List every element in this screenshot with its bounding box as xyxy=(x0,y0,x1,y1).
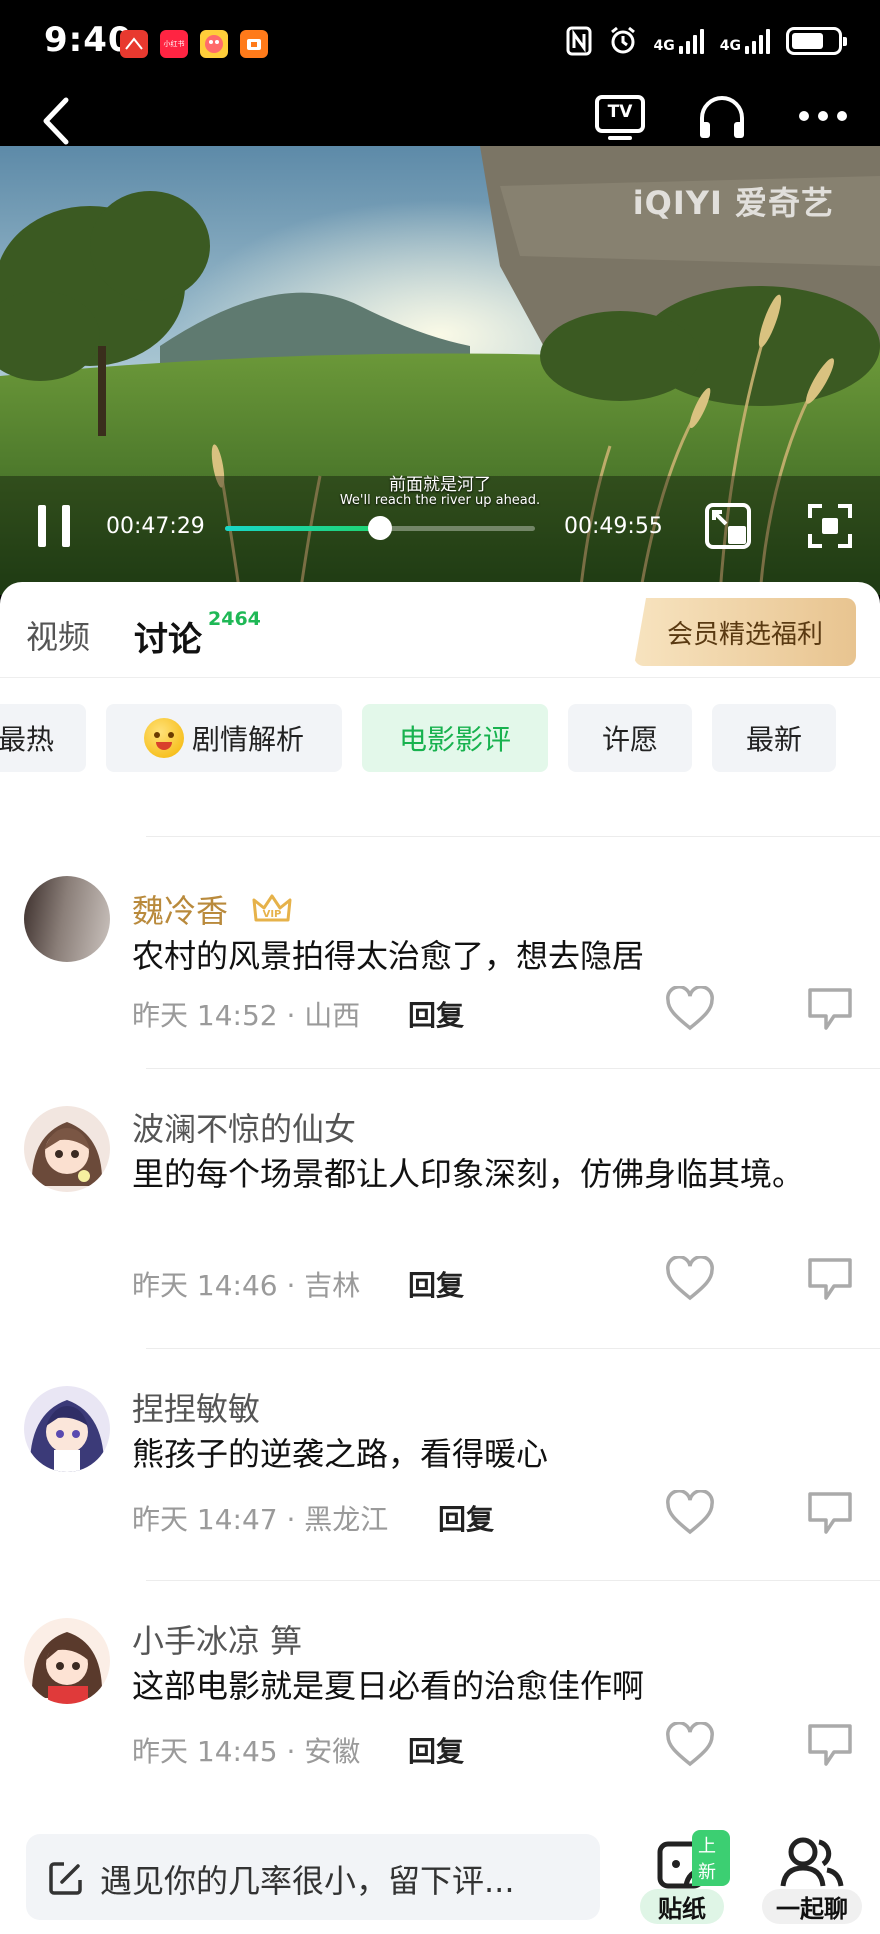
dislike-icon[interactable] xyxy=(806,1256,856,1302)
chip-plot-analysis[interactable]: 剧情解析 xyxy=(106,704,342,772)
dislike-icon[interactable] xyxy=(806,1722,856,1768)
chip-label: 电影影评 xyxy=(398,723,511,756)
edit-icon xyxy=(49,1862,82,1895)
network-label-1: 4G xyxy=(653,38,675,54)
huawei-app-icon xyxy=(120,30,148,58)
discussion-count-badge: 2464 xyxy=(208,608,261,630)
alarm-icon xyxy=(610,26,635,54)
reply-button[interactable]: 回复 xyxy=(408,1264,464,1304)
chip-label: 剧情解析 xyxy=(191,723,304,756)
discussion-sheet: 视频 讨论 2464 会员精选福利 最热 剧情解析 电影影评 许愿 最新 魏冷香… xyxy=(0,582,880,1934)
chip-label: 许愿 xyxy=(601,723,658,756)
progress-bar[interactable] xyxy=(225,516,535,540)
tv-cast-button[interactable]: TV xyxy=(594,94,646,142)
yum-face-icon xyxy=(143,718,184,758)
avatar[interactable] xyxy=(24,876,110,962)
xiaohongshu-label: 小红书 xyxy=(163,40,185,48)
comment-username[interactable]: 小手冰凉 箅 xyxy=(132,1616,302,1662)
fullscreen-icon[interactable] xyxy=(806,502,854,550)
comment-username[interactable]: 魏冷香 xyxy=(132,886,228,932)
girl-avatar-icon xyxy=(31,1122,103,1186)
chip-wish[interactable]: 许愿 xyxy=(568,704,692,772)
tab-discussion[interactable]: 讨论 xyxy=(134,612,202,661)
comment-input-bar: 遇见你的几率很小，留下评... 上新 贴纸 一起聊 xyxy=(0,1822,880,1934)
comment-time-location: 昨天 14:52 · 山西 xyxy=(132,999,361,1032)
comment-item: 波澜不惊的仙女 里的每个场景都让人印象深刻，仿佛身临其境。 昨天 14:46 ·… xyxy=(0,1068,880,1348)
comment-item: 魏冷香 VIP 农村的风景拍得太治愈了，想去隐居 昨天 14:52 · 山西 回… xyxy=(0,836,880,1068)
dislike-icon[interactable] xyxy=(806,1490,856,1536)
back-arrow-icon[interactable] xyxy=(38,96,74,146)
status-indicators: 4G 4G xyxy=(566,26,847,56)
comment-input[interactable]: 遇见你的几率很小，留下评... xyxy=(26,1834,600,1920)
current-time: 00:47:29 xyxy=(106,514,205,539)
comment-username[interactable]: 波澜不惊的仙女 xyxy=(132,1104,356,1150)
chip-label: 最热 xyxy=(0,723,54,756)
anime-avatar-icon xyxy=(29,1400,105,1472)
like-heart-icon[interactable] xyxy=(665,1722,715,1768)
chip-latest[interactable]: 最新 xyxy=(712,704,836,772)
reply-button[interactable]: 回复 xyxy=(438,1498,494,1538)
avatar[interactable] xyxy=(24,1618,110,1704)
vip-benefits-button[interactable]: 会员精选福利 xyxy=(634,598,856,666)
child-avatar-icon xyxy=(31,1632,103,1704)
notification-app-icons: 小红书 xyxy=(120,30,268,58)
comment-text: 这部电影就是夏日必看的治愈佳作啊 xyxy=(132,1667,645,1705)
avatar[interactable] xyxy=(24,1386,110,1472)
progress-fill xyxy=(225,526,380,531)
like-heart-icon[interactable] xyxy=(665,986,715,1032)
tab-video[interactable]: 视频 xyxy=(26,612,90,658)
comment-time-location: 昨天 14:46 · 吉林 xyxy=(132,1269,361,1302)
chip-movie-review[interactable]: 电影影评 xyxy=(362,704,548,772)
orange-app-icon xyxy=(240,30,268,58)
svg-text:VIP: VIP xyxy=(263,909,282,920)
comment-text: 熊孩子的逆袭之路，看得暖心 xyxy=(132,1435,549,1473)
new-badge: 上新 xyxy=(692,1830,730,1886)
filter-chips: 最热 剧情解析 电影影评 许愿 最新 xyxy=(0,704,880,772)
game-app-icon xyxy=(200,30,228,58)
like-heart-icon[interactable] xyxy=(665,1490,715,1536)
sticker-label: 贴纸 xyxy=(640,1889,724,1924)
comment-item: 小手冰凉 箅 这部电影就是夏日必看的治愈佳作啊 昨天 14:45 · 安徽 回复 xyxy=(0,1580,880,1812)
sticker-button[interactable]: 上新 贴纸 xyxy=(640,1830,730,1930)
reply-button[interactable]: 回复 xyxy=(408,1730,464,1770)
more-options-icon[interactable] xyxy=(798,110,848,122)
chip-hottest[interactable]: 最热 xyxy=(0,704,86,772)
vip-crown-icon: VIP xyxy=(252,894,292,922)
chat-together-label: 一起聊 xyxy=(762,1889,862,1924)
signal-bars-icon xyxy=(745,28,770,54)
avatar[interactable] xyxy=(24,1106,110,1192)
subtitle-chinese: 前面就是河了 xyxy=(389,475,491,495)
comment-time-location: 昨天 14:47 · 黑龙江 xyxy=(132,1503,389,1536)
comment-text: 里的每个场景都让人印象深刻，仿佛身临其境。 xyxy=(132,1155,805,1193)
video-topbar xyxy=(0,90,880,150)
chat-together-button[interactable]: 一起聊 xyxy=(762,1830,862,1930)
headphones-icon[interactable] xyxy=(696,94,748,142)
nfc-icon xyxy=(566,26,592,56)
progress-knob[interactable] xyxy=(368,516,392,540)
reply-button[interactable]: 回复 xyxy=(408,994,464,1034)
comment-username[interactable]: 捏捏敏敏 xyxy=(132,1384,260,1430)
dislike-icon[interactable] xyxy=(806,986,856,1032)
video-player[interactable]: TV iQIYI 爱奇艺 前面就是河了 We'll reach the rive… xyxy=(0,90,880,595)
picture-in-picture-icon[interactable] xyxy=(704,502,752,550)
signal-1: 4G xyxy=(654,28,704,54)
comment-input-placeholder: 遇见你的几率很小，留下评... xyxy=(100,1862,515,1900)
battery-icon xyxy=(786,27,847,55)
chip-label: 最新 xyxy=(745,723,802,756)
signal-bars-icon xyxy=(678,28,704,54)
people-icon xyxy=(780,1837,844,1887)
comment-text: 农村的风景拍得太治愈了，想去隐居 xyxy=(132,937,645,975)
signal-2: 4G xyxy=(720,28,770,54)
total-time: 00:49:55 xyxy=(564,514,663,539)
status-bar: 9:40 小红书 4G 4G xyxy=(0,0,880,90)
tv-label: TV xyxy=(607,102,633,122)
like-heart-icon[interactable] xyxy=(665,1256,715,1302)
pause-icon[interactable] xyxy=(34,503,74,549)
xiaohongshu-icon: 小红书 xyxy=(160,30,188,58)
iqiyi-watermark: iQIYI 爱奇艺 xyxy=(632,184,834,222)
comment-time-location: 昨天 14:45 · 安徽 xyxy=(132,1735,361,1768)
network-label-2: 4G xyxy=(719,38,741,54)
comment-item: 捏捏敏敏 熊孩子的逆袭之路，看得暖心 昨天 14:47 · 黑龙江 回复 xyxy=(0,1348,880,1580)
main-tabs: 视频 讨论 2464 会员精选福利 xyxy=(0,582,880,678)
